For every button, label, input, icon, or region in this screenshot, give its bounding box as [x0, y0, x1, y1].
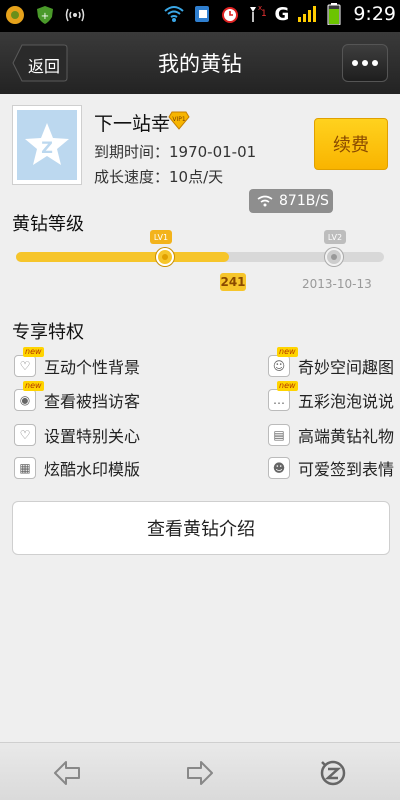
privilege-item[interactable]: ♡ 设置特别关心 [14, 423, 140, 447]
page-title: 我的黄钻 [158, 52, 242, 76]
more-dots-icon [352, 60, 358, 66]
speed-badge: 871B/S [249, 189, 333, 213]
smile-face-icon: ☺ new [268, 347, 298, 377]
current-level-marker [155, 248, 174, 266]
svg-text:VIP1: VIP1 [172, 116, 185, 123]
expire-date: 到期时间：1970-01-01 [94, 143, 257, 161]
svg-text:Z: Z [41, 138, 53, 157]
privilege-item[interactable]: ♡ new 互动个性背景 [14, 347, 140, 378]
qzone-logo-icon[interactable] [316, 756, 350, 790]
privilege-item[interactable]: ☻ 可爱签到表情 [268, 456, 394, 480]
privileges-section-title: 专享特权 [12, 322, 84, 343]
emoticon-icon: ☻ [268, 457, 290, 479]
battery-icon [323, 3, 345, 25]
antenna-icon [64, 4, 86, 26]
clock: 9:29 [353, 3, 396, 25]
shield-icon: + [34, 4, 56, 26]
privilege-item[interactable]: ◉ new 查看被挡访客 [14, 381, 140, 412]
app-icon [4, 4, 26, 26]
sim-icon [191, 3, 213, 25]
next-level-date: 2013-10-13 [302, 277, 372, 291]
vip-badge-icon: VIP1 [168, 110, 190, 130]
chat-bubble-icon: … new [268, 381, 298, 411]
title-bar: 返回 我的黄钻 [0, 32, 400, 94]
privilege-item[interactable]: ▦ 炫酷水印模版 [14, 456, 140, 480]
level-progress-bar [16, 248, 384, 266]
forward-arrow-icon[interactable] [183, 756, 217, 790]
status-bar: + 1x G 9:29 [0, 0, 400, 32]
avatar[interactable]: Z [12, 105, 82, 185]
privilege-item[interactable]: … new 五彩泡泡说说 [268, 381, 394, 412]
view-intro-button[interactable]: 查看黄钻介绍 [12, 501, 390, 555]
heart-chat-icon: ♡ new [14, 347, 44, 377]
watermark-icon: ▦ [14, 457, 36, 479]
privilege-item[interactable]: ▤ 高端黄钻礼物 [268, 423, 394, 447]
wifi-icon [257, 195, 273, 207]
next-level-marker [325, 248, 343, 266]
qzone-star-icon: Z [25, 123, 69, 165]
level-progress-fill [16, 252, 230, 262]
bottom-navigation-bar [0, 742, 400, 800]
renew-button[interactable]: 续费 [314, 118, 388, 170]
level-value: 241 [220, 273, 246, 291]
wifi-icon [163, 3, 185, 25]
alarm-icon [219, 3, 241, 25]
privilege-item[interactable]: ☺ new 奇妙空间趣图 [268, 347, 394, 378]
eye-icon: ◉ new [14, 381, 44, 411]
gift-icon: ▤ [268, 424, 290, 446]
svg-text:x: x [258, 4, 262, 12]
signal-icon: 1x [247, 3, 269, 25]
svg-text:+: + [41, 11, 49, 22]
more-button[interactable] [342, 44, 388, 82]
signal-bars-icon [295, 3, 317, 25]
speed-text: 871B/S [279, 193, 329, 209]
level-section-title: 黄钻等级 [12, 214, 84, 235]
username: 下一站幸 [94, 113, 171, 135]
heart-icon: ♡ [14, 424, 36, 446]
current-level-icon: LV1 [150, 230, 172, 244]
next-level-icon: LV2 [324, 230, 346, 244]
back-arrow-icon[interactable] [50, 756, 84, 790]
growth-speed: 成长速度：10点/天 [94, 168, 224, 186]
